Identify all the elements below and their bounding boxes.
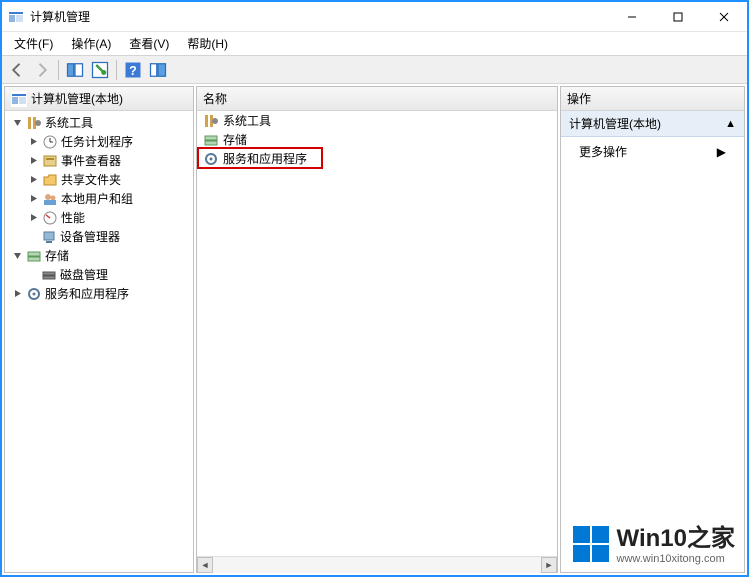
scroll-track[interactable] xyxy=(213,557,541,573)
actions-more-label: 更多操作 xyxy=(579,143,627,160)
expander-open-icon[interactable] xyxy=(11,117,23,129)
tree-root-node[interactable]: 计算机管理(本地) xyxy=(5,87,193,111)
tree-node-task-scheduler[interactable]: 任务计划程序 xyxy=(37,132,193,151)
maximize-button[interactable] xyxy=(655,2,701,31)
tree-node-storage[interactable]: 存储 xyxy=(21,246,193,265)
workspace: 计算机管理(本地) 系统工具 任务计 xyxy=(2,84,747,575)
tree-panel: 计算机管理(本地) 系统工具 任务计 xyxy=(4,86,194,573)
tree-node-label: 服务和应用程序 xyxy=(45,285,129,302)
menu-file[interactable]: 文件(F) xyxy=(6,33,61,54)
expander-closed-icon[interactable] xyxy=(27,136,39,148)
forward-button[interactable] xyxy=(31,59,53,81)
tree-node-label: 设备管理器 xyxy=(60,228,120,245)
tree[interactable]: 系统工具 任务计划程序 事件查看器 xyxy=(5,111,193,305)
menubar: 文件(F) 操作(A) 查看(V) 帮助(H) xyxy=(2,32,747,56)
list-item-label: 系统工具 xyxy=(223,112,271,129)
list-item-storage[interactable]: 存储 xyxy=(197,130,557,149)
tree-root-label: 计算机管理(本地) xyxy=(31,90,123,107)
menu-help[interactable]: 帮助(H) xyxy=(179,33,236,54)
expander-closed-icon[interactable] xyxy=(27,174,39,186)
system-tools-icon xyxy=(26,115,42,131)
list-column-header[interactable]: 名称 xyxy=(197,87,557,111)
tree-node-label: 事件查看器 xyxy=(61,152,121,169)
window-frame: 计算机管理 文件(F) 操作(A) 查看(V) 帮助(H) ? 计算机管理(本地… xyxy=(0,0,749,577)
computer-management-icon xyxy=(11,91,27,107)
services-icon xyxy=(26,286,42,302)
shared-folder-icon xyxy=(42,172,58,188)
window-controls xyxy=(609,2,747,31)
tree-node-local-users[interactable]: 本地用户和组 xyxy=(37,189,193,208)
window-title: 计算机管理 xyxy=(30,8,609,25)
tree-node-device-manager[interactable]: 设备管理器 xyxy=(37,227,193,246)
menu-view[interactable]: 查看(V) xyxy=(121,33,177,54)
toolbar-separator xyxy=(116,60,117,80)
list-panel: 名称 系统工具 存储 服务和应用程序 ◄ ► xyxy=(196,86,558,573)
app-icon xyxy=(8,9,24,25)
horizontal-scrollbar[interactable]: ◄ ► xyxy=(197,556,557,572)
actions-header: 操作 xyxy=(561,87,744,111)
actions-context-label: 计算机管理(本地) xyxy=(569,115,661,132)
minimize-button[interactable] xyxy=(609,2,655,31)
back-button[interactable] xyxy=(6,59,28,81)
list-body[interactable]: 系统工具 存储 服务和应用程序 xyxy=(197,111,557,556)
tree-node-label: 磁盘管理 xyxy=(60,266,108,283)
close-button[interactable] xyxy=(701,2,747,31)
tree-node-shared-folders[interactable]: 共享文件夹 xyxy=(37,170,193,189)
device-manager-icon xyxy=(41,229,57,245)
tree-node-label: 性能 xyxy=(61,209,85,226)
list-item-system-tools[interactable]: 系统工具 xyxy=(197,111,557,130)
users-icon xyxy=(42,191,58,207)
list-item-label: 服务和应用程序 xyxy=(223,150,307,167)
performance-icon xyxy=(42,210,58,226)
storage-icon xyxy=(26,248,42,264)
actions-panel: 操作 计算机管理(本地) ▲ 更多操作 ▶ xyxy=(560,86,745,573)
tree-node-disk-management[interactable]: 磁盘管理 xyxy=(37,265,193,284)
properties-button[interactable] xyxy=(89,59,111,81)
help-button[interactable]: ? xyxy=(122,59,144,81)
tree-node-system-tools[interactable]: 系统工具 xyxy=(21,113,193,132)
tree-node-label: 任务计划程序 xyxy=(61,133,133,150)
tree-node-label: 系统工具 xyxy=(45,114,93,131)
menu-action[interactable]: 操作(A) xyxy=(63,33,119,54)
storage-icon xyxy=(203,132,219,148)
services-icon xyxy=(203,151,219,167)
disk-management-icon xyxy=(41,267,57,283)
tree-node-label: 本地用户和组 xyxy=(61,190,133,207)
expander-closed-icon[interactable] xyxy=(11,288,23,300)
titlebar: 计算机管理 xyxy=(2,2,747,32)
actions-more-item[interactable]: 更多操作 ▶ xyxy=(561,137,744,166)
submenu-arrow-icon: ▶ xyxy=(717,145,726,159)
show-hide-tree-button[interactable] xyxy=(64,59,86,81)
scroll-right-button[interactable]: ► xyxy=(541,557,557,573)
system-tools-icon xyxy=(203,113,219,129)
actions-context-row[interactable]: 计算机管理(本地) ▲ xyxy=(561,111,744,137)
expander-open-icon[interactable] xyxy=(11,250,23,262)
clock-icon xyxy=(42,134,58,150)
tree-node-label: 存储 xyxy=(45,247,69,264)
toolbar: ? xyxy=(2,56,747,84)
expander-closed-icon[interactable] xyxy=(27,212,39,224)
list-item-label: 存储 xyxy=(223,131,247,148)
show-actions-button[interactable] xyxy=(147,59,169,81)
tree-node-services-apps[interactable]: 服务和应用程序 xyxy=(21,284,193,303)
expander-closed-icon[interactable] xyxy=(27,155,39,167)
tree-node-performance[interactable]: 性能 xyxy=(37,208,193,227)
list-item-services-apps[interactable]: 服务和应用程序 xyxy=(197,149,557,168)
toolbar-separator xyxy=(58,60,59,80)
collapse-arrow-icon: ▲ xyxy=(725,118,736,130)
tree-node-label: 共享文件夹 xyxy=(61,171,121,188)
event-viewer-icon xyxy=(42,153,58,169)
expander-closed-icon[interactable] xyxy=(27,193,39,205)
tree-node-event-viewer[interactable]: 事件查看器 xyxy=(37,151,193,170)
svg-text:?: ? xyxy=(129,64,137,78)
scroll-left-button[interactable]: ◄ xyxy=(197,557,213,573)
